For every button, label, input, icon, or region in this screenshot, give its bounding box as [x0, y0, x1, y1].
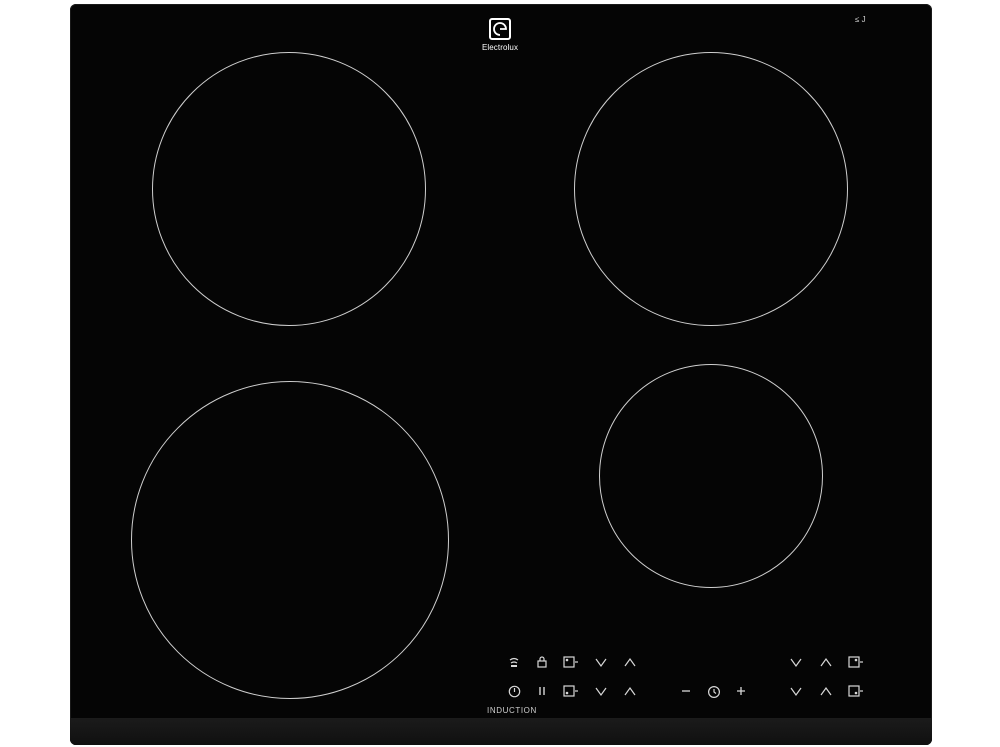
cooking-zone-rear-left — [152, 52, 426, 326]
induction-label: INDUCTION — [487, 706, 537, 715]
power-on-off-icon[interactable] — [506, 685, 522, 699]
corner-mark: ≤ J — [855, 15, 866, 24]
cooktop-front-edge — [70, 718, 932, 745]
timer-minus-icon[interactable] — [678, 685, 694, 699]
power-down-chevron-icon[interactable] — [593, 656, 609, 670]
power-down-chevron-icon[interactable] — [593, 685, 609, 699]
cooking-zone-front-right — [599, 364, 823, 588]
brand-logo: Electrolux — [470, 18, 530, 52]
zone-rear-right-select-icon[interactable] — [848, 656, 864, 670]
electrolux-logo-icon — [489, 18, 511, 40]
power-up-chevron-icon[interactable] — [622, 685, 638, 699]
power-down-chevron-icon[interactable] — [788, 685, 804, 699]
hob2hood-icon[interactable] — [506, 656, 522, 670]
child-lock-icon[interactable] — [534, 656, 550, 670]
zone-front-left-select-icon[interactable] — [563, 685, 579, 699]
timer-plus-icon[interactable] — [733, 685, 749, 699]
brand-name: Electrolux — [481, 43, 519, 52]
cooking-zone-front-left — [131, 381, 449, 699]
power-up-chevron-icon[interactable] — [818, 685, 834, 699]
zone-front-right-select-icon[interactable] — [848, 685, 864, 699]
power-up-chevron-icon[interactable] — [622, 656, 638, 670]
pause-icon[interactable] — [534, 685, 550, 699]
power-up-chevron-icon[interactable] — [818, 656, 834, 670]
timer-clock-icon[interactable] — [706, 685, 722, 699]
zone-rear-left-select-icon[interactable] — [563, 656, 579, 670]
cooking-zone-rear-right — [574, 52, 848, 326]
power-down-chevron-icon[interactable] — [788, 656, 804, 670]
